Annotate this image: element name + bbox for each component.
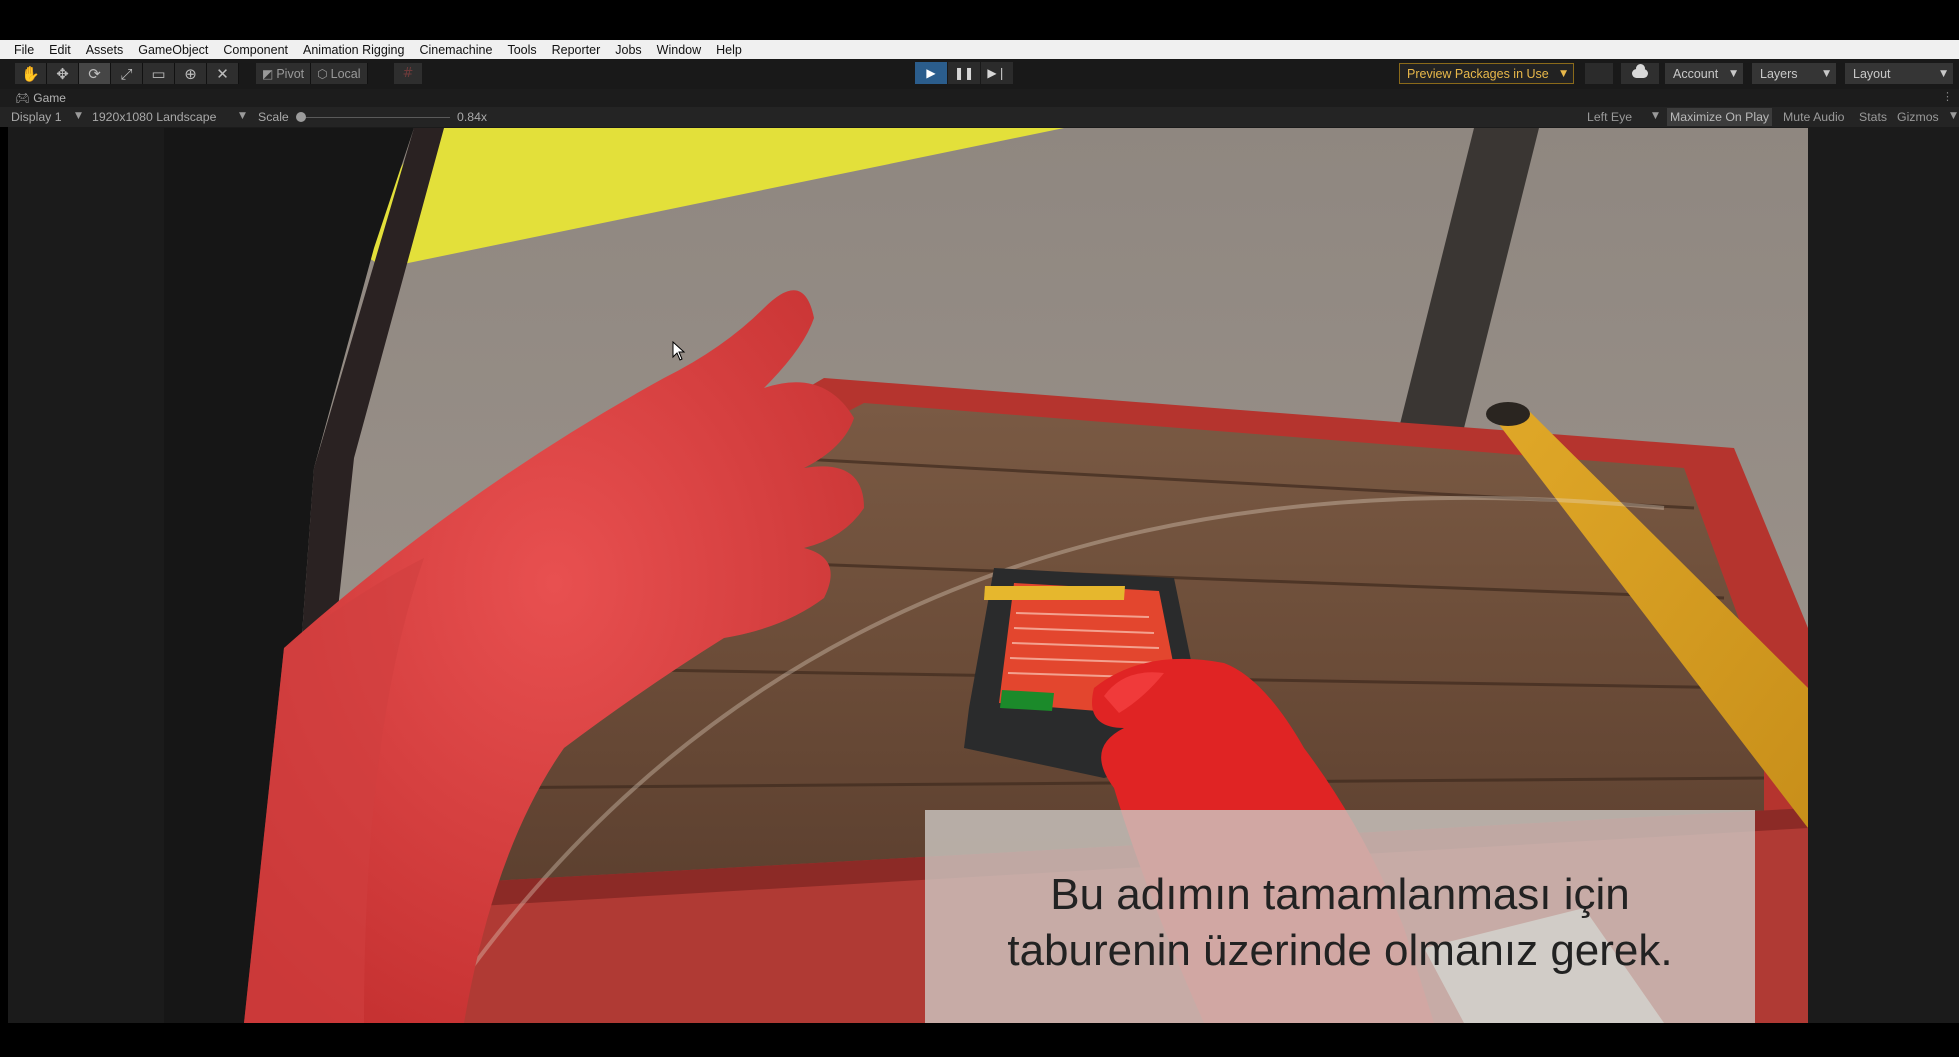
scale-tool-icon[interactable]: ⤢ bbox=[111, 63, 143, 84]
play-button[interactable]: ▶ bbox=[915, 62, 947, 84]
gamepad-icon: 🎮︎ bbox=[15, 91, 31, 105]
grid-snap-icon[interactable]: # bbox=[394, 63, 422, 84]
step-button[interactable]: ▶❘ bbox=[981, 62, 1013, 84]
chevron-down-icon: ▼ bbox=[1652, 111, 1659, 121]
scale-label: Scale bbox=[258, 110, 289, 124]
mouse-cursor-icon bbox=[672, 341, 686, 361]
menu-edit[interactable]: Edit bbox=[49, 43, 71, 57]
transform-tools: ✋ ✥ ⟳ ⤢ ▭ ⊕ ✕ bbox=[15, 63, 239, 84]
chevron-down-icon: ▼ bbox=[239, 111, 246, 121]
cloud-icon bbox=[1632, 64, 1648, 78]
maximize-on-play-toggle[interactable]: Maximize On Play bbox=[1667, 108, 1773, 126]
pivot-button[interactable]: ◩ Pivot bbox=[256, 63, 312, 84]
scale-slider-track[interactable] bbox=[300, 117, 450, 118]
layers-dropdown[interactable]: Layers ▼ bbox=[1752, 63, 1836, 84]
main-toolbar: ✋ ✥ ⟳ ⤢ ▭ ⊕ ✕ ◩ Pivot ⬡ Local # ▶ ❚❚ ▶❘ Pr… bbox=[0, 59, 1959, 89]
game-view-toolbar: Display 1 ▼ 1920x1080 Landscape ▼ Scale … bbox=[0, 107, 1959, 127]
chevron-down-icon: ▼ bbox=[1560, 68, 1567, 79]
custom-tool-icon[interactable]: ✕ bbox=[207, 63, 239, 84]
account-dropdown[interactable]: Account ▼ bbox=[1665, 63, 1743, 84]
pivot-icon: ◩ bbox=[262, 66, 274, 81]
play-controls: ▶ ❚❚ ▶❘ bbox=[915, 62, 1014, 84]
bottom-letterbox bbox=[0, 1023, 1959, 1057]
menu-animation-rigging[interactable]: Animation Rigging bbox=[303, 43, 404, 57]
local-button[interactable]: ⬡ Local bbox=[311, 63, 368, 84]
cloud-button[interactable] bbox=[1621, 63, 1659, 84]
preview-packages-button[interactable]: Preview Packages in Use ▼ bbox=[1399, 63, 1574, 84]
scale-value: 0.84x bbox=[457, 110, 488, 124]
menu-tools[interactable]: Tools bbox=[507, 43, 536, 57]
menu-file[interactable]: File bbox=[14, 43, 34, 57]
subtitle-line-2: taburenin üzerinde olmanız gerek. bbox=[1007, 926, 1673, 975]
subtitle-line-1: Bu adımın tamamlanması için bbox=[1050, 870, 1630, 919]
display-dropdown[interactable]: Display 1 bbox=[11, 110, 62, 124]
instruction-subtitle-panel: Bu adımın tamamlanması için taburenin üz… bbox=[925, 810, 1755, 1023]
transform-tool-icon[interactable]: ⊕ bbox=[175, 63, 207, 84]
layout-dropdown[interactable]: Layout ▼ bbox=[1845, 63, 1953, 84]
menu-component[interactable]: Component bbox=[223, 43, 288, 57]
tab-game[interactable]: Game bbox=[33, 91, 66, 105]
scale-slider-handle[interactable] bbox=[296, 112, 306, 122]
chevron-down-icon: ▼ bbox=[1940, 68, 1947, 79]
menu-reporter[interactable]: Reporter bbox=[552, 43, 601, 57]
move-tool-icon[interactable]: ✥ bbox=[47, 63, 79, 84]
menu-gameobject[interactable]: GameObject bbox=[138, 43, 208, 57]
more-options-icon[interactable]: ⋮ bbox=[1942, 90, 1953, 103]
menu-assets[interactable]: Assets bbox=[86, 43, 124, 57]
resolution-dropdown[interactable]: 1920x1080 Landscape bbox=[92, 110, 216, 124]
chevron-down-icon: ▼ bbox=[1730, 68, 1737, 79]
stats-toggle[interactable]: Stats bbox=[1859, 110, 1887, 124]
collab-button[interactable] bbox=[1585, 63, 1613, 84]
pivot-toggle-group: ◩ Pivot ⬡ Local bbox=[256, 63, 368, 84]
hand-tool-icon[interactable]: ✋ bbox=[15, 63, 47, 84]
chevron-down-icon: ▼ bbox=[1823, 68, 1830, 79]
chevron-down-icon: ▼ bbox=[75, 111, 82, 121]
top-letterbox bbox=[0, 0, 1959, 40]
rect-tool-icon[interactable]: ▭ bbox=[143, 63, 175, 84]
mute-audio-toggle[interactable]: Mute Audio bbox=[1783, 110, 1845, 124]
menu-jobs[interactable]: Jobs bbox=[615, 43, 641, 57]
local-icon: ⬡ bbox=[317, 66, 328, 81]
unity-editor-window: { "menu": ["File", "Edit", "Assets", "Ga… bbox=[0, 0, 1959, 1057]
menu-cinemachine[interactable]: Cinemachine bbox=[419, 43, 492, 57]
game-tab-row: 🎮︎ Game ⋮ bbox=[0, 89, 1959, 107]
pause-button[interactable]: ❚❚ bbox=[948, 62, 980, 84]
eye-dropdown[interactable]: Left Eye bbox=[1587, 110, 1632, 124]
gizmos-toggle[interactable]: Gizmos bbox=[1897, 110, 1939, 124]
menu-help[interactable]: Help bbox=[716, 43, 742, 57]
chevron-down-icon: ▼ bbox=[1950, 111, 1957, 121]
rotate-tool-icon[interactable]: ⟳ bbox=[79, 63, 111, 84]
menu-bar: File Edit Assets GameObject Component An… bbox=[0, 40, 1959, 59]
menu-window[interactable]: Window bbox=[657, 43, 701, 57]
